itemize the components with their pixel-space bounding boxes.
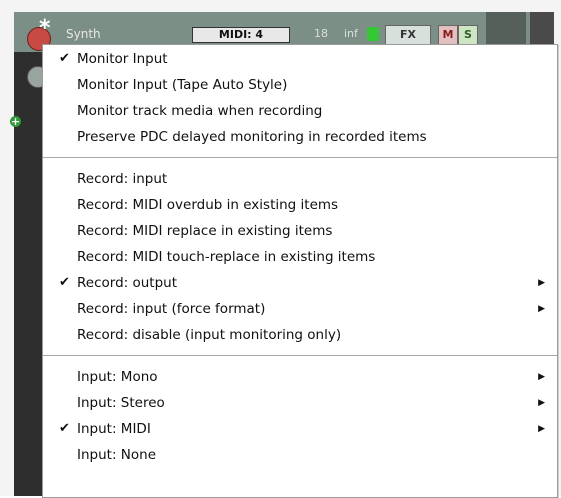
solo-button[interactable]: S: [458, 25, 478, 45]
menu-separator: [43, 157, 557, 158]
menu-item[interactable]: Record: input: [43, 166, 557, 192]
menu-item-label: Input: Mono: [77, 369, 158, 385]
menu-item-label: Monitor Input: [77, 51, 168, 67]
menu-item[interactable]: Record: MIDI replace in existing items: [43, 218, 557, 244]
submenu-arrow-icon: ▶: [538, 278, 545, 288]
menu-item[interactable]: ✔ Record: output ▶: [43, 270, 557, 296]
monitor-group: ✔ Monitor Input Monitor Input (Tape Auto S…: [43, 45, 557, 150]
record-monitoring-context-menu: ✔ Monitor Input Monitor Input (Tape Auto S…: [42, 44, 558, 498]
monitor-led[interactable]: [367, 27, 379, 41]
menu-item-label: Monitor Input (Tape Auto Style): [77, 77, 288, 93]
menu-separator: [43, 355, 557, 356]
menu-item-label: Preserve PDC delayed monitoring in recor…: [77, 129, 427, 145]
menu-item-label: Record: MIDI replace in existing items: [77, 223, 333, 239]
menu-item-label: Record: disable (input monitoring only): [77, 327, 342, 343]
menu-item-label: Record: MIDI overdub in existing items: [77, 197, 339, 213]
input-group: Input: Mono ▶ Input: Stereo ▶ ✔ Input: MIDI ▶ I…: [43, 364, 557, 468]
checkmark-icon: ✔: [59, 421, 70, 436]
menu-item[interactable]: Input: Mono ▶: [43, 364, 557, 390]
track-input-selector[interactable]: MIDI: 4: [192, 27, 290, 43]
menu-item-label: Input: MIDI: [77, 421, 151, 437]
mute-button[interactable]: M: [438, 25, 458, 45]
menu-item-label: Input: Stereo: [77, 395, 165, 411]
submenu-arrow-icon: ▶: [538, 398, 545, 408]
add-icon[interactable]: +: [10, 116, 21, 127]
volume-readout: 18: [314, 27, 328, 40]
menu-item[interactable]: Monitor track media when recording: [43, 98, 557, 124]
menu-item-label: Record: input (force format): [77, 301, 266, 317]
checkmark-icon: ✔: [59, 275, 70, 290]
pan-readout: inf: [344, 27, 358, 40]
submenu-arrow-icon: ▶: [538, 424, 545, 434]
menu-item[interactable]: Monitor Input (Tape Auto Style): [43, 72, 557, 98]
menu-item-label: Record: MIDI touch-replace in existing i…: [77, 249, 376, 265]
menu-item[interactable]: Record: MIDI overdub in existing items: [43, 192, 557, 218]
fx-button[interactable]: FX: [385, 25, 431, 45]
star-icon: *: [39, 16, 51, 41]
menu-item[interactable]: ✔ Input: MIDI ▶: [43, 416, 557, 442]
menu-item[interactable]: Input: Stereo ▶: [43, 390, 557, 416]
submenu-arrow-icon: ▶: [538, 304, 545, 314]
menu-item-label: Record: output: [77, 275, 178, 291]
menu-item[interactable]: Record: MIDI touch-replace in existing i…: [43, 244, 557, 270]
menu-item-label: Record: input: [77, 171, 168, 187]
menu-item-label: Input: None: [77, 447, 157, 463]
menu-item[interactable]: ✔ Monitor Input: [43, 46, 557, 72]
menu-item[interactable]: Preserve PDC delayed monitoring in recor…: [43, 124, 557, 150]
menu-item[interactable]: Input: None: [43, 442, 557, 468]
submenu-arrow-icon: ▶: [538, 372, 545, 382]
menu-item[interactable]: Record: disable (input monitoring only): [43, 322, 557, 348]
track-name[interactable]: Synth: [66, 27, 101, 41]
menu-item[interactable]: Record: input (force format) ▶: [43, 296, 557, 322]
record-mode-group: Record: input Record: MIDI overdub in exi…: [43, 166, 557, 348]
menu-item-label: Monitor track media when recording: [77, 103, 323, 119]
checkmark-icon: ✔: [59, 51, 70, 66]
